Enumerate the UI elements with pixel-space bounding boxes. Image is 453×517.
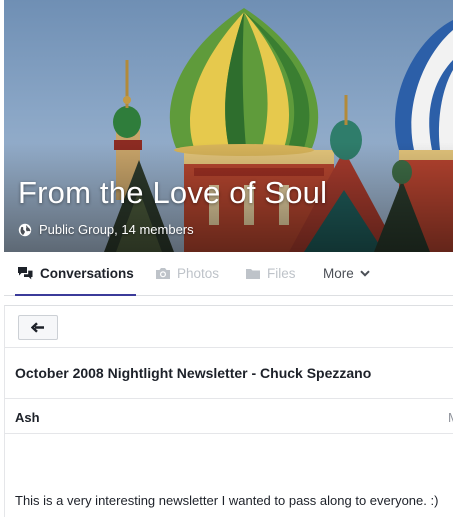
tab-label: Files	[267, 266, 296, 281]
group-tabs: Conversations Photos Files More	[4, 252, 453, 296]
chevron-down-icon	[360, 270, 370, 277]
tab-more[interactable]: More	[323, 252, 370, 295]
thread-subject[interactable]: October 2008 Nightlight Newsletter - Chu…	[15, 365, 371, 381]
tab-conversations[interactable]: Conversations	[15, 252, 136, 296]
conversation-panel: October 2008 Nightlight Newsletter - Chu…	[4, 305, 453, 517]
divider	[5, 398, 453, 399]
arrow-left-icon	[31, 322, 45, 333]
thread-toolbar	[5, 306, 453, 348]
tab-photos[interactable]: Photos	[155, 252, 219, 295]
tab-label: More	[323, 266, 354, 281]
message-body: This is a very interesting newsletter I …	[15, 493, 439, 508]
group-title[interactable]: From the Love of Soul	[18, 175, 327, 211]
camera-icon	[155, 267, 171, 280]
group-meta-text: Public Group, 14 members	[39, 222, 194, 237]
globe-icon	[18, 223, 32, 237]
folder-icon	[245, 267, 261, 280]
message-author[interactable]: Ash	[15, 410, 40, 425]
message-timestamp: M	[448, 410, 453, 425]
tab-label: Photos	[177, 266, 220, 281]
back-button[interactable]	[18, 315, 58, 340]
group-meta: Public Group, 14 members	[18, 222, 194, 237]
speech-bubbles-icon	[17, 266, 34, 281]
divider	[5, 433, 453, 434]
tab-files[interactable]: Files	[245, 252, 296, 295]
tab-label: Conversations	[40, 266, 134, 281]
cover-photo: From the Love of Soul Public Group, 14 m…	[4, 0, 453, 252]
